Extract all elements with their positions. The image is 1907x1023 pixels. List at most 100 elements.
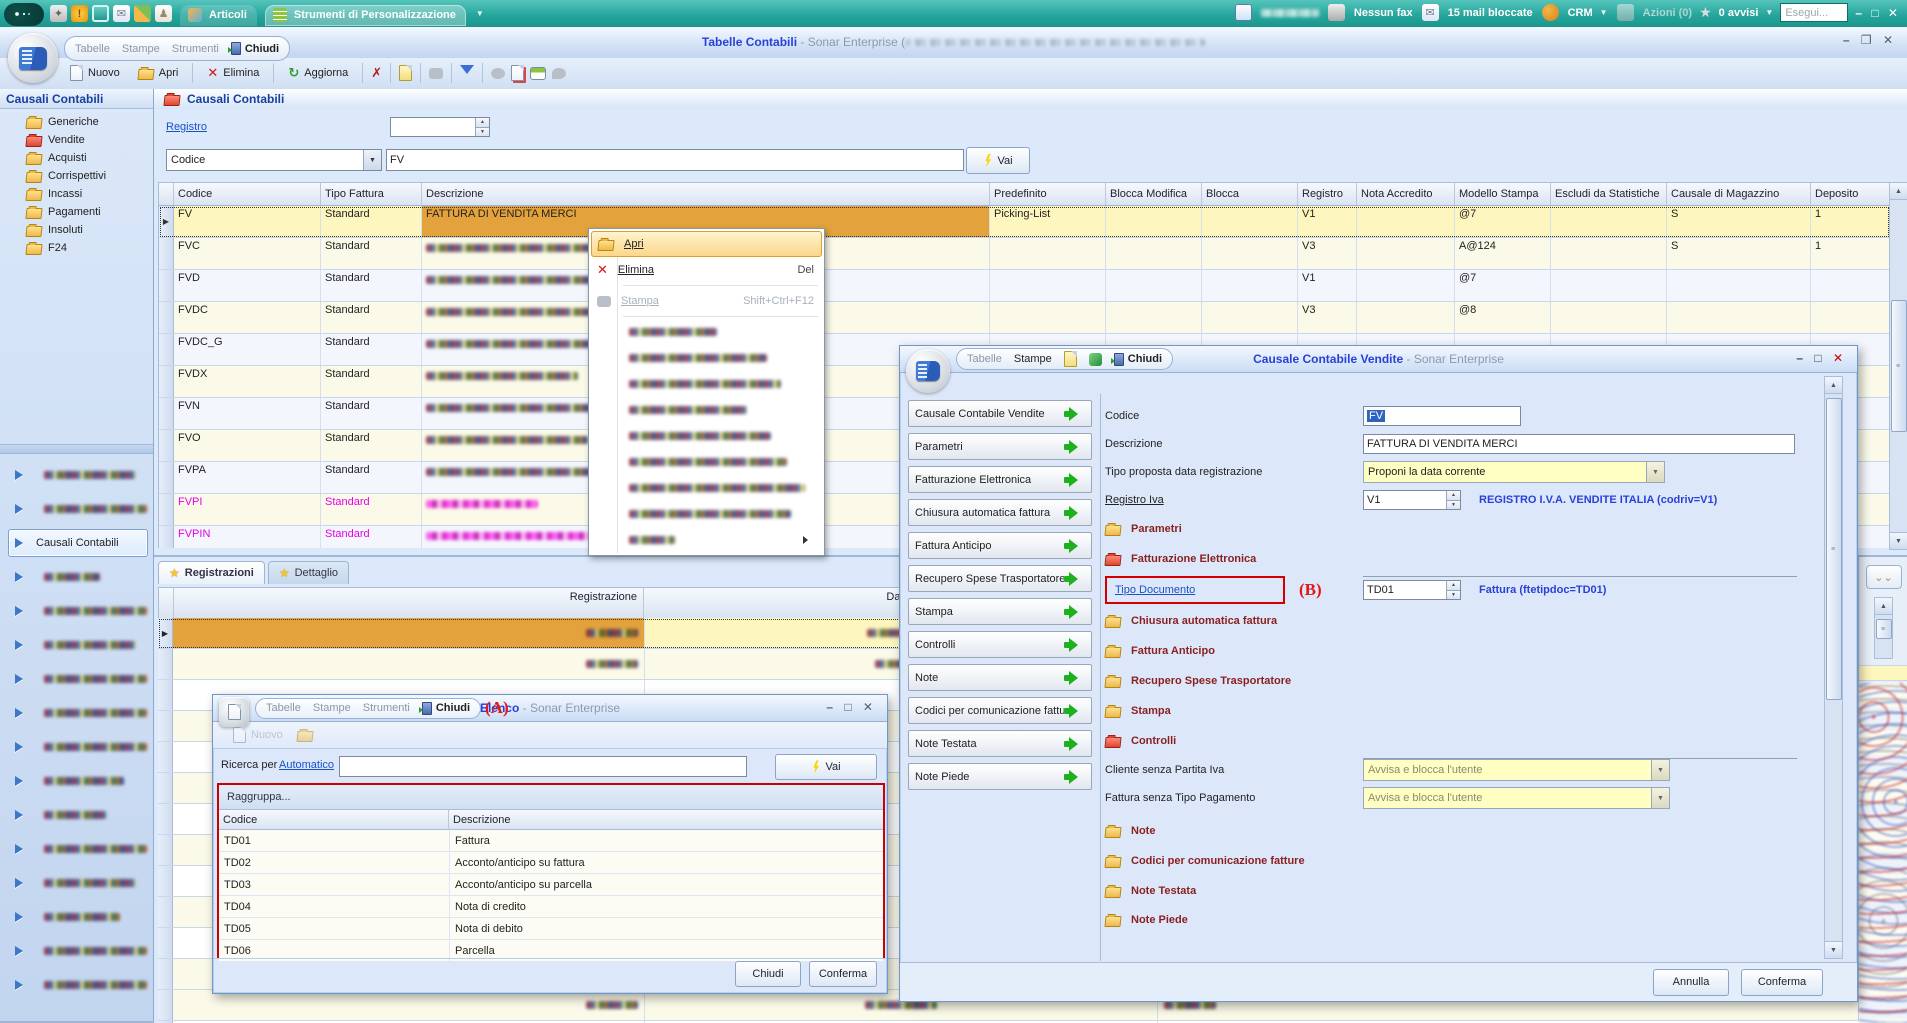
col-registro[interactable]: Registro xyxy=(1298,183,1357,205)
sidebar-nav-item[interactable] xyxy=(8,733,148,761)
scroll-thumb[interactable]: ≡ xyxy=(1876,619,1892,639)
user-icon[interactable]: ♟ xyxy=(155,5,172,22)
menu-tabelle[interactable]: Tabelle xyxy=(266,702,301,714)
table-row[interactable]: FVC Standard V3 A@124 S 1 xyxy=(159,238,1890,270)
clear-filter-icon[interactable]: ✗ xyxy=(371,65,382,81)
context-menu-item[interactable] xyxy=(591,449,822,475)
taskbar-tab-strumenti-personalizzazione[interactable]: Strumenti di Personalizzazione xyxy=(265,5,466,26)
main-window-controls[interactable]: – ❐ ✕ xyxy=(1843,33,1897,47)
menu-stampe[interactable]: Stampe xyxy=(313,702,351,714)
causale-nav-item[interactable]: Note xyxy=(908,664,1092,691)
doc-icon[interactable] xyxy=(1064,351,1077,367)
taskbar-overflow-chevron-icon[interactable]: ▼ xyxy=(476,9,484,18)
section-parametri[interactable]: Parametri xyxy=(1105,514,1817,544)
sidebar-nav-item[interactable] xyxy=(8,563,148,591)
hand-icon[interactable]: ✦ xyxy=(50,5,67,22)
elimina-button[interactable]: ✕Elimina xyxy=(201,63,265,83)
context-menu-item[interactable] xyxy=(591,423,822,449)
col-blocca-modifica[interactable]: Blocca Modifica xyxy=(1106,183,1202,205)
mail-status[interactable]: 15 mail bloccate xyxy=(1448,7,1533,19)
menu-tabelle[interactable]: Tabelle xyxy=(967,353,1002,365)
sidebar-nav-item[interactable] xyxy=(8,631,148,659)
registro-iva-spinner[interactable]: V1 ▲▼ xyxy=(1363,490,1461,510)
section-note-piede[interactable]: Note Piede xyxy=(1105,906,1817,934)
combo-dropdown-icon[interactable]: ▼ xyxy=(1646,462,1664,482)
section-stampa[interactable]: Stampa xyxy=(1105,696,1817,726)
run-input[interactable]: Esegui... xyxy=(1780,3,1848,22)
sidebar-folder-item[interactable]: Insoluti xyxy=(0,221,153,239)
green-book-icon[interactable] xyxy=(1089,353,1102,366)
causale-nav-item[interactable]: Recupero Spese Trasportatore xyxy=(908,565,1092,592)
registro-link[interactable]: Registro xyxy=(166,121,207,133)
scroll-up-icon[interactable]: ▲ xyxy=(1890,183,1907,200)
table-row[interactable]: FVDC Standard V3 @8 xyxy=(159,302,1890,334)
map-icon[interactable] xyxy=(134,5,151,22)
elenco-search-input[interactable] xyxy=(339,756,747,777)
sidebar-folder-item[interactable]: Corrispettivi xyxy=(0,167,153,185)
fax-status[interactable]: Nessun fax xyxy=(1354,7,1413,19)
table-row[interactable]: ▶ FV Standard FATTURA DI VENDITA MERCI P… xyxy=(159,206,1890,238)
yellow-doc-icon[interactable] xyxy=(399,65,412,81)
section-chiusura[interactable]: Chiusura automatica fattura xyxy=(1105,606,1817,636)
causale-nav-item[interactable]: Parametri xyxy=(908,433,1092,460)
col-deposito[interactable]: Deposito xyxy=(1811,183,1890,205)
conferma-button[interactable]: Conferma xyxy=(1741,969,1823,996)
sidebar-nav-item[interactable] xyxy=(8,597,148,625)
spinner-arrows-icon[interactable]: ▲▼ xyxy=(1446,491,1460,509)
tipo-proposta-select[interactable]: Proponi la data corrente ▼ xyxy=(1363,461,1665,483)
scroll-up-icon[interactable]: ▲ xyxy=(1875,598,1892,615)
col-predefinito[interactable]: Predefinito xyxy=(990,183,1106,205)
expand-chevron-icon[interactable]: ⌄⌄ xyxy=(1866,565,1902,589)
sidebar-nav-item[interactable] xyxy=(8,869,148,897)
alerts-chevron-icon[interactable]: ▼ xyxy=(1765,8,1773,17)
menu-stampe[interactable]: Stampe xyxy=(122,43,160,55)
sidebar-nav-item[interactable] xyxy=(8,801,148,829)
app-logo-icon[interactable] xyxy=(4,3,44,26)
section-controlli[interactable]: Controlli xyxy=(1105,726,1817,756)
sidebar-nav-item[interactable] xyxy=(8,835,148,863)
causale-window-controls[interactable]: – □ ✕ xyxy=(1796,351,1847,365)
menu-tabelle[interactable]: Tabelle xyxy=(75,43,110,55)
causale-nav-item[interactable]: Controlli xyxy=(908,631,1092,658)
elenco-row[interactable]: TD02 Acconto/anticipo su fattura xyxy=(219,852,883,874)
col-modello-stampa[interactable]: Modello Stampa xyxy=(1455,183,1551,205)
automatico-link[interactable]: Automatico xyxy=(279,759,334,771)
sidebar-folder-item[interactable]: Vendite xyxy=(0,131,153,149)
context-apri[interactable]: Apri xyxy=(591,231,822,257)
alerts-status[interactable]: 0 avvisi xyxy=(1719,7,1759,19)
mail-icon[interactable]: ✉ xyxy=(113,5,130,22)
context-menu-item[interactable] xyxy=(591,527,822,553)
col-blocca[interactable]: Blocca xyxy=(1202,183,1298,205)
col-codice[interactable]: Codice xyxy=(174,183,321,205)
sidebar-nav-item[interactable] xyxy=(8,699,148,727)
scroll-thumb[interactable]: ≡ xyxy=(1891,300,1907,432)
sidebar-folder-item[interactable]: Generiche xyxy=(0,113,153,131)
annulla-button[interactable]: Annulla xyxy=(1653,969,1729,996)
tipo-documento-link[interactable]: Tipo Documento xyxy=(1115,584,1195,596)
tipo-documento-spinner[interactable]: TD01 ▲▼ xyxy=(1363,580,1461,600)
tab-registrazioni[interactable]: ★Registrazioni xyxy=(158,561,265,584)
causale-nav-item[interactable]: Causale Contabile Vendite xyxy=(908,400,1092,427)
elenco-row[interactable]: TD03 Acconto/anticipo su parcella xyxy=(219,874,883,896)
col-codice[interactable]: Codice xyxy=(219,810,449,829)
scroll-up-icon[interactable]: ▲ xyxy=(1825,377,1842,394)
col-descrizione[interactable]: Descrizione xyxy=(449,810,883,829)
causale-nav-item[interactable]: Note Testata xyxy=(908,730,1092,757)
causale-nav-item[interactable]: Fatturazione Elettronica xyxy=(908,466,1092,493)
elenco-row[interactable]: TD05 Nota di debito xyxy=(219,918,883,940)
sidebar-nav-item[interactable] xyxy=(8,903,148,931)
spinner-arrows-icon[interactable]: ▲▼ xyxy=(1446,581,1460,599)
section-note[interactable]: Note xyxy=(1105,816,1817,846)
section-note-testata[interactable]: Note Testata xyxy=(1105,876,1817,906)
context-elimina[interactable]: ✕ Elimina Del xyxy=(591,257,822,283)
search-input[interactable]: FV xyxy=(386,149,964,171)
context-menu-item[interactable] xyxy=(591,501,822,527)
table-row[interactable]: FVD Standard V1 @7 xyxy=(159,270,1890,302)
search-field-select[interactable]: Codice ▼ xyxy=(166,149,382,171)
sidebar-nav-item[interactable] xyxy=(8,937,148,965)
section-codici-comunicazione[interactable]: Codici per comunicazione fatture xyxy=(1105,846,1817,876)
export-doc-icon[interactable] xyxy=(511,65,524,81)
section-fatturazione-elettronica[interactable]: Fatturazione Elettronica xyxy=(1105,544,1817,574)
apri-button[interactable]: Apri xyxy=(132,64,185,82)
menu-chiudi[interactable]: Chiudi xyxy=(1114,353,1162,366)
